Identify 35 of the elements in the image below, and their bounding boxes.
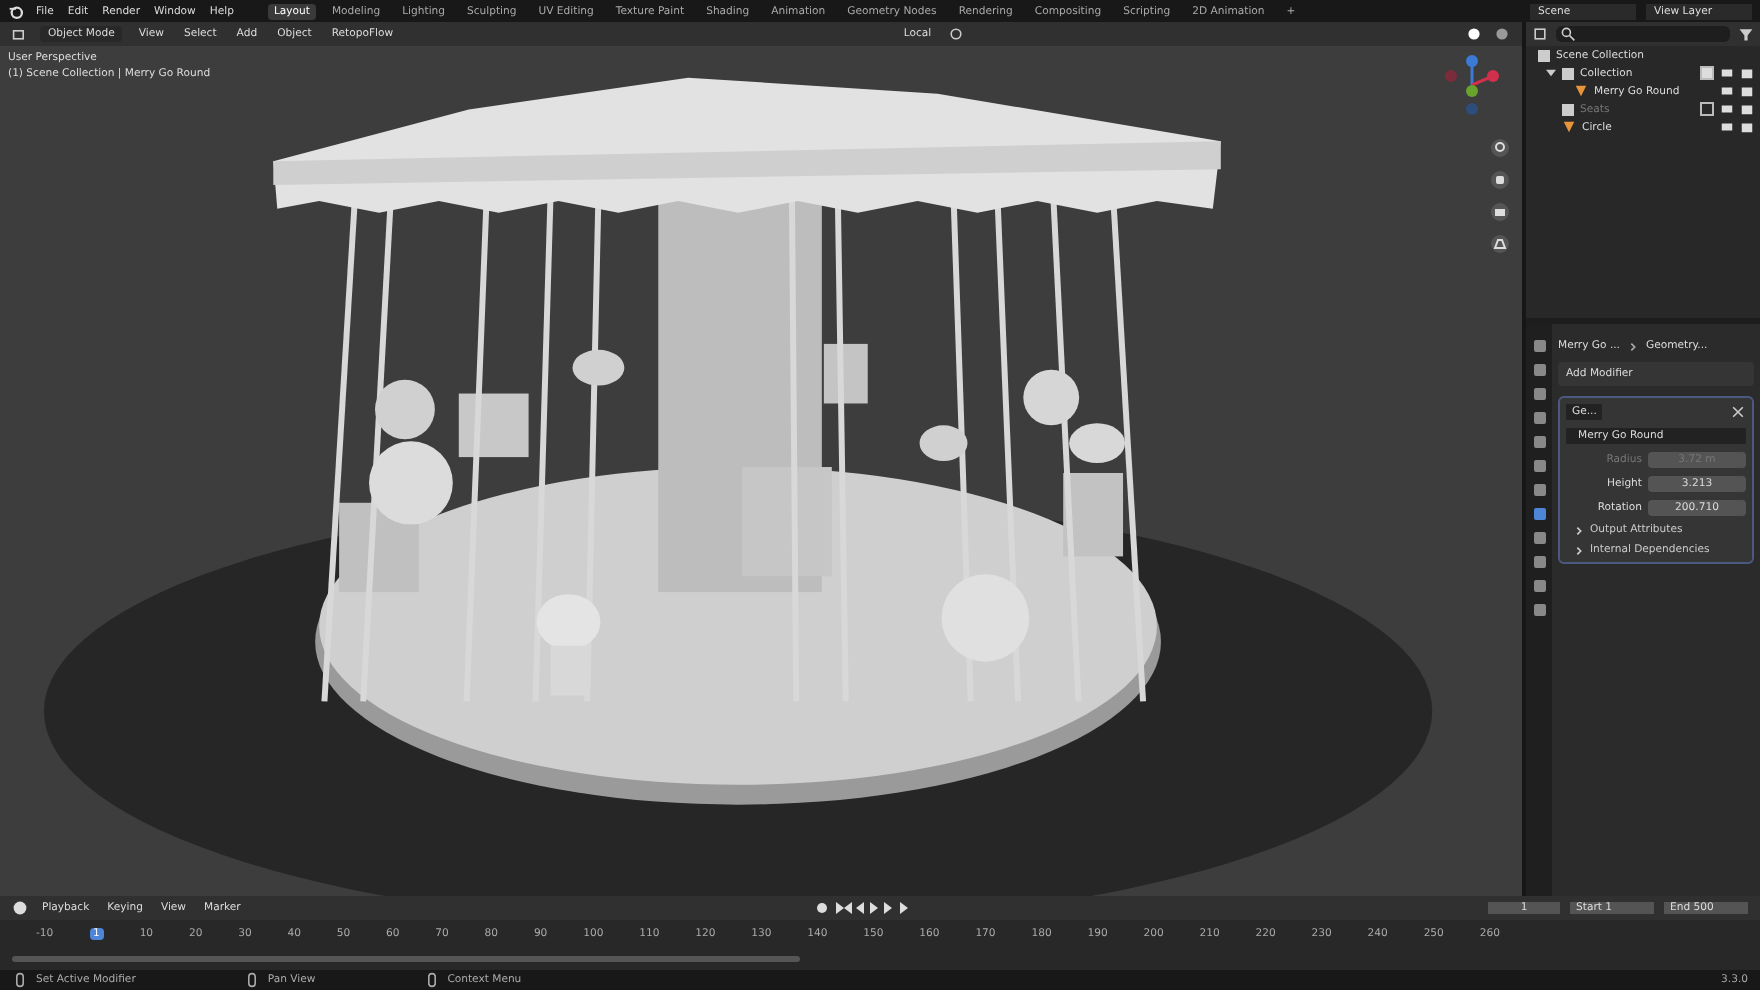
object-icon: [1562, 120, 1576, 134]
mouse-icon: [12, 972, 28, 988]
camera-icon[interactable]: [1490, 202, 1510, 222]
display-mode-icon[interactable]: [1532, 26, 1548, 42]
close-icon[interactable]: [1730, 404, 1746, 420]
property-tab-icon[interactable]: [1533, 412, 1545, 424]
exclude-checkbox[interactable]: [1700, 66, 1714, 80]
collection-icon: [1562, 103, 1574, 115]
blender-logo-icon[interactable]: [8, 3, 24, 19]
editor-type-icon[interactable]: [12, 26, 28, 42]
property-tab-icon[interactable]: [1533, 508, 1545, 520]
property-tab-icon[interactable]: [1533, 388, 1545, 400]
search-field[interactable]: [1556, 26, 1730, 42]
snap-icon[interactable]: [947, 26, 964, 42]
chevron-icon[interactable]: [1574, 545, 1584, 555]
property-tab-icon[interactable]: [1533, 604, 1545, 616]
property-tab-icon[interactable]: [1533, 364, 1545, 376]
object-icon: [1574, 84, 1588, 98]
property-tab-icon[interactable]: [1533, 532, 1545, 544]
chevron-icon: [1628, 341, 1638, 351]
property-tab-icon[interactable]: [1533, 436, 1545, 448]
mouse-icon: [243, 972, 260, 988]
property-tab-icon[interactable]: [1533, 580, 1545, 592]
chevron-icon[interactable]: [1574, 525, 1584, 535]
expand-arrow-icon[interactable]: [1546, 68, 1556, 78]
property-tab-icon[interactable]: [1533, 460, 1545, 472]
mouse-icon: [423, 972, 440, 988]
filter-icon[interactable]: [1738, 26, 1754, 42]
property-tab-icon[interactable]: [1533, 556, 1545, 568]
zoom-icon[interactable]: [1490, 138, 1510, 158]
property-tab-icon[interactable]: [1533, 340, 1545, 352]
clock-icon[interactable]: [12, 900, 28, 916]
property-tab-icon[interactable]: [1533, 484, 1545, 496]
exclude-checkbox[interactable]: [1700, 102, 1714, 116]
search-icon: [1560, 26, 1576, 42]
